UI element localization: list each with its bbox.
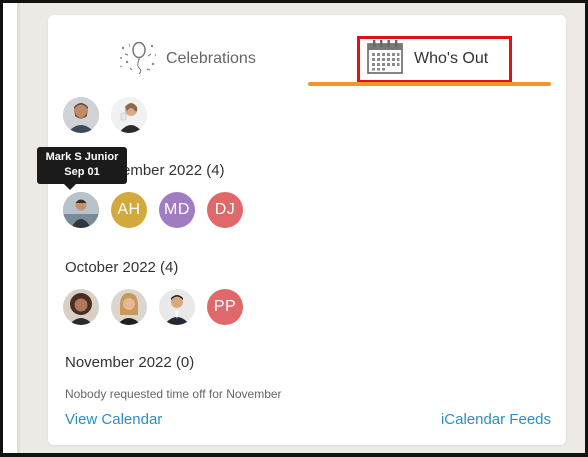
- icalendar-feeds-link[interactable]: iCalendar Feeds: [441, 411, 551, 428]
- avatar-woman-drinking[interactable]: [111, 97, 147, 133]
- avatar-man-bearded[interactable]: [63, 97, 99, 133]
- avatar-initials[interactable]: AH: [111, 192, 147, 228]
- avatar-woman-curly-hair[interactable]: [63, 289, 99, 325]
- avatar-initials-text: DJ: [214, 201, 236, 218]
- avatar-initials[interactable]: DJ: [207, 192, 243, 228]
- active-tab-underline: [308, 82, 551, 86]
- whos-out-card: Celebrations Who's Out Mark S Junior Sep…: [37, 15, 566, 445]
- empty-state-note: Nobody requested time off for November: [65, 387, 282, 401]
- tab-celebrations[interactable]: Celebrations: [118, 39, 256, 79]
- left-panel-edge: [3, 3, 20, 453]
- section-heading-september: ember 2022 (4): [122, 162, 225, 179]
- avatar-initials-text: PP: [213, 298, 237, 315]
- tooltip-date: Sep 01: [64, 166, 100, 178]
- tab-celebrations-label: Celebrations: [166, 50, 256, 67]
- avatar-man-suit[interactable]: [159, 289, 195, 325]
- section-heading-november: November 2022 (0): [65, 354, 195, 371]
- section-heading-october: October 2022 (4): [65, 259, 179, 276]
- avatar-initials-text: MD: [164, 201, 190, 218]
- avatar-initials[interactable]: PP: [207, 289, 243, 325]
- tooltip-name: Mark S Junior: [45, 151, 119, 163]
- balloon-confetti-icon: [118, 40, 158, 79]
- avatar-initials[interactable]: MD: [159, 192, 195, 228]
- view-calendar-link[interactable]: View Calendar: [65, 411, 162, 428]
- active-tab-highlight: [357, 36, 512, 83]
- card-tabs: Celebrations Who's Out: [48, 15, 566, 89]
- avatar-woman-blonde[interactable]: [111, 289, 147, 325]
- avatar-initials-text: AH: [117, 201, 141, 218]
- avatar-mark-s-junior[interactable]: [63, 192, 99, 228]
- avatar-tooltip: Mark S Junior Sep 01: [37, 147, 127, 190]
